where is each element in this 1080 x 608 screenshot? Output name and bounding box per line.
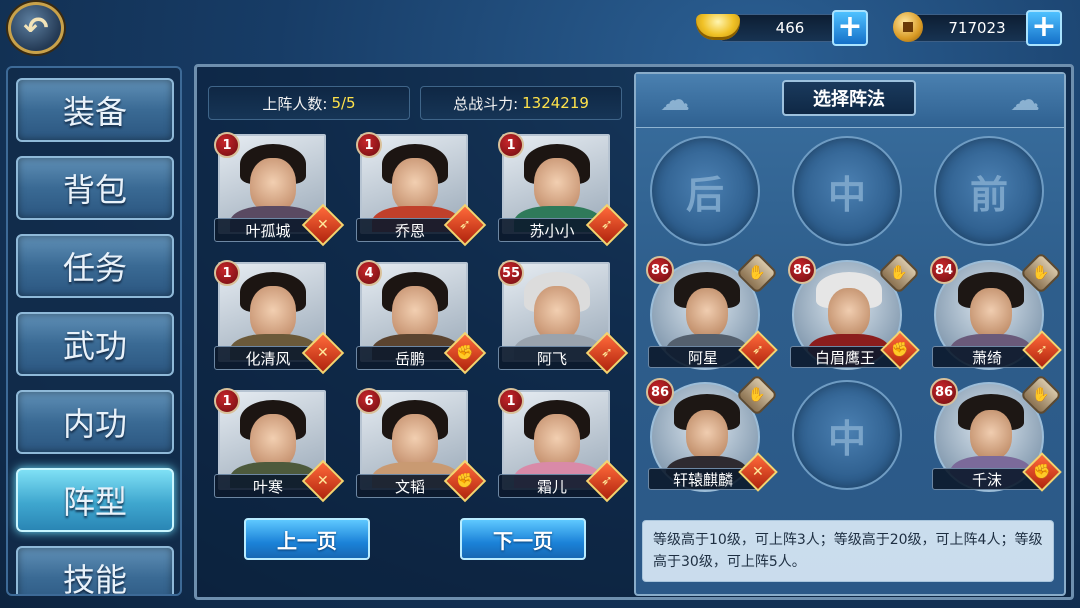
- hero-card[interactable]: 1 苏小小 ➶: [498, 132, 629, 248]
- cloud-ornament-icon: ☁: [660, 82, 690, 118]
- level-badge: 1: [214, 260, 240, 286]
- coin-currency: 717023 +: [886, 10, 1066, 46]
- menu-bag[interactable]: 背包: [16, 156, 174, 220]
- menu-formation[interactable]: 阵型: [16, 468, 174, 532]
- hero-card[interactable]: 55 阿飞 ➶: [498, 260, 629, 376]
- total-power: 总战斗力: 1324219: [420, 86, 622, 120]
- select-formation-button[interactable]: 选择阵法: [782, 80, 916, 116]
- formation-panel: ☁ ☁ 选择阵法 后 中 前 86 ✋ 阿星 ➶ 86 ✋ 白眉鹰王 ✊ 84 …: [634, 72, 1066, 596]
- level-badge: 86: [646, 378, 674, 406]
- formation-slot-back[interactable]: 后: [650, 136, 760, 246]
- side-menu: 装备 背包 任务 武功 内功 阵型 技能: [6, 66, 182, 596]
- formation-member[interactable]: 84 ✋ 萧绮 ➶: [928, 251, 1063, 378]
- formation-slot-empty[interactable]: 中: [792, 380, 902, 490]
- power-label: 总战斗力:: [453, 94, 519, 113]
- hero-card[interactable]: 1 霜儿 ➶: [498, 388, 629, 504]
- hero-roster-panel: 上阵人数: 5/5 总战斗力: 1324219 1 叶孤城 ✕ 1 乔恩 ➶ 1…: [200, 76, 629, 596]
- deployed-label: 上阵人数:: [262, 94, 328, 113]
- power-value: 1324219: [522, 94, 589, 112]
- formation-header: ☁ ☁ 选择阵法: [636, 74, 1064, 128]
- formation-member[interactable]: 86 ✋ 轩辕麒麟 ✕: [644, 373, 779, 500]
- back-arrow-icon: ↶: [23, 10, 49, 46]
- hero-card[interactable]: 1 化清风 ✕: [214, 260, 345, 376]
- menu-equipment[interactable]: 装备: [16, 78, 174, 142]
- hero-card[interactable]: 1 乔恩 ➶: [356, 132, 487, 248]
- gold-ingot-icon: [696, 10, 740, 44]
- copper-coin-icon: [886, 10, 930, 44]
- back-button[interactable]: ↶: [8, 2, 64, 54]
- level-badge: 1: [498, 132, 524, 158]
- deployed-count: 上阵人数: 5/5: [208, 86, 410, 120]
- level-badge: 55: [498, 260, 524, 286]
- deployed-value: 5/5: [331, 94, 356, 112]
- level-badge: 84: [930, 256, 958, 284]
- level-badge: 1: [214, 388, 240, 414]
- level-badge: 1: [498, 388, 524, 414]
- level-badge: 4: [356, 260, 382, 286]
- prev-page-button[interactable]: 上一页: [244, 518, 370, 560]
- formation-slot-front[interactable]: 前: [934, 136, 1044, 246]
- formation-member[interactable]: 86 ✋ 白眉鹰王 ✊: [786, 251, 921, 378]
- hero-card[interactable]: 1 叶孤城 ✕: [214, 132, 345, 248]
- formation-member[interactable]: 86 ✋ 阿星 ➶: [644, 251, 779, 378]
- level-badge: 1: [356, 132, 382, 158]
- formation-member[interactable]: 86 ✋ 千沫 ✊: [928, 373, 1063, 500]
- menu-skills[interactable]: 技能: [16, 546, 174, 594]
- cloud-ornament-icon: ☁: [1010, 82, 1040, 118]
- formation-rule-text: 等级高于10级，可上阵3人；等级高于20级，可上阵4人；等级高于30级，可上阵5…: [642, 520, 1054, 582]
- add-coin-button[interactable]: +: [1026, 10, 1062, 46]
- hero-card[interactable]: 1 叶寒 ✕: [214, 388, 345, 504]
- level-badge: 6: [356, 388, 382, 414]
- level-badge: 1: [214, 132, 240, 158]
- menu-quest[interactable]: 任务: [16, 234, 174, 298]
- level-badge: 86: [646, 256, 674, 284]
- gold-currency: 466 +: [696, 10, 872, 46]
- level-badge: 86: [930, 378, 958, 406]
- menu-martial-arts[interactable]: 武功: [16, 312, 174, 376]
- level-badge: 86: [788, 256, 816, 284]
- formation-slot-middle[interactable]: 中: [792, 136, 902, 246]
- add-gold-button[interactable]: +: [832, 10, 868, 46]
- next-page-button[interactable]: 下一页: [460, 518, 586, 560]
- hero-card[interactable]: 6 文韬 ✊: [356, 388, 487, 504]
- menu-inner-power[interactable]: 内功: [16, 390, 174, 454]
- hero-card[interactable]: 4 岳鹏 ✊: [356, 260, 487, 376]
